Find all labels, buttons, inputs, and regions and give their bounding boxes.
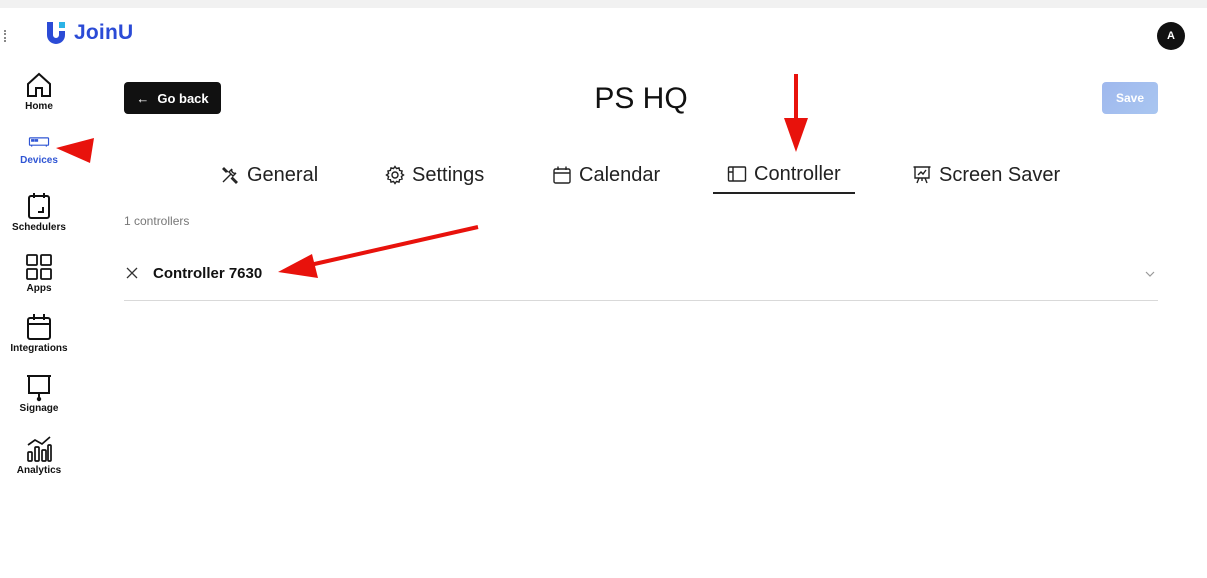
controller-name: Controller 7630: [153, 265, 263, 282]
apps-icon: [26, 254, 52, 280]
controller-count: 1 controllers: [124, 214, 190, 228]
tab-label: Calendar: [579, 163, 661, 186]
arrow-left-icon: ←: [136, 90, 150, 106]
brand-logo[interactable]: JoinU: [44, 20, 133, 46]
controller-icon: [727, 166, 747, 182]
signage-icon: [27, 375, 51, 402]
calendar-icon: [27, 314, 51, 340]
brand-name: JoinU: [74, 21, 134, 44]
chevron-down-icon[interactable]: [1144, 268, 1156, 280]
sidebar-item-label: Apps: [26, 283, 52, 294]
sidebar-item-signage[interactable]: Signage: [0, 372, 78, 414]
sidebar-item-label: Analytics: [16, 465, 62, 476]
tab-label: Settings: [412, 163, 485, 186]
sidebar-item-devices[interactable]: Devices: [0, 132, 78, 166]
analytics-icon: [27, 436, 52, 462]
schedulers-icon: [28, 193, 50, 219]
tab-general[interactable]: General: [220, 156, 318, 194]
tab-label: General: [247, 163, 319, 186]
calendar-icon: [553, 166, 571, 184]
page-title: PS HQ: [594, 82, 688, 115]
sidebar-item-schedulers[interactable]: Schedulers: [0, 191, 78, 233]
sidebar-item-integrations[interactable]: Integrations: [0, 312, 78, 354]
tab-settings[interactable]: Settings: [385, 156, 484, 194]
tab-calendar[interactable]: Calendar: [552, 156, 660, 194]
close-icon[interactable]: [124, 265, 140, 281]
go-back-button[interactable]: ← Go back: [124, 82, 221, 114]
controller-accordion-row[interactable]: Controller 7630: [124, 252, 1158, 301]
tab-label: Screen Saver: [939, 163, 1061, 186]
sidebar-item-label: Integrations: [10, 343, 68, 354]
presentation-icon: [913, 166, 931, 184]
tab-controller[interactable]: Controller: [713, 156, 855, 194]
sidebar-item-label: Signage: [19, 403, 59, 414]
device-tabs: General Settings Calendar Controller Scr…: [200, 156, 1080, 196]
joinu-logo-icon: [47, 22, 65, 44]
save-button[interactable]: Save: [1102, 82, 1158, 114]
home-icon: [27, 72, 51, 97]
avatar-letter: A: [1167, 30, 1175, 42]
tab-screen-saver[interactable]: Screen Saver: [912, 156, 1060, 194]
tools-icon: [222, 167, 238, 184]
user-avatar[interactable]: A: [1157, 22, 1185, 50]
sidebar-item-home[interactable]: Home: [0, 70, 78, 112]
gear-icon: [385, 165, 405, 185]
annotation-arrow-controller-tab: [784, 74, 808, 152]
window-edge-marker: [4, 30, 6, 42]
sidebar-item-label: Devices: [20, 155, 58, 166]
tab-label: Controller: [754, 162, 841, 185]
sidebar-item-apps[interactable]: Apps: [0, 252, 78, 294]
sidebar-item-label: Home: [25, 101, 53, 112]
devices-icon: [28, 137, 50, 147]
sidebar-item-label: Schedulers: [12, 222, 66, 233]
go-back-label: Go back: [157, 90, 209, 106]
sidebar-item-analytics[interactable]: Analytics: [0, 434, 78, 476]
